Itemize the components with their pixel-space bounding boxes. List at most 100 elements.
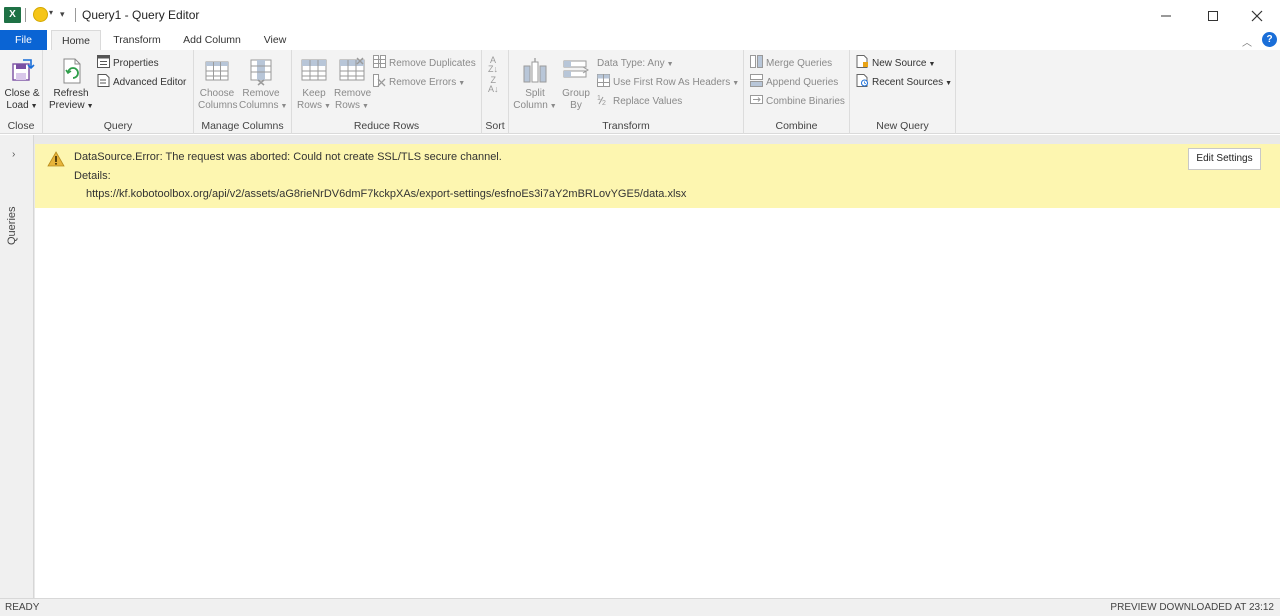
recent-sources-button[interactable]: Recent Sources ▼ [856, 74, 952, 91]
window-title: Query1 - Query Editor [82, 8, 200, 22]
quick-access-dropdown-icon[interactable]: ▾ [60, 9, 65, 20]
tab-home[interactable]: Home [51, 30, 101, 50]
remove-duplicates-button[interactable]: Remove Duplicates [373, 55, 476, 72]
new-source-icon [856, 55, 868, 68]
choose-columns-icon [205, 61, 229, 81]
refresh-label-2: Preview [49, 100, 85, 111]
group-sort: A Z↓ Z A↓ Sort [482, 50, 509, 134]
status-preview-downloaded: PREVIEW DOWNLOADED AT 23:12 [1110, 602, 1274, 613]
group-label-query: Query [103, 120, 133, 132]
split-column-button[interactable]: Split Column ▼ [513, 56, 557, 113]
new-source-label: New Source [872, 58, 927, 69]
properties-button[interactable]: Properties [97, 55, 159, 72]
close-and-load-icon [12, 59, 35, 81]
preview-content: DataSource.Error: The request was aborte… [35, 144, 1280, 598]
group-reduce-rows: Keep Rows ▼ Remove Rows ▼ Remove Duplicate… [292, 50, 482, 134]
merge-queries-icon [750, 55, 763, 68]
remove-rows-icon [339, 57, 365, 81]
group-new-query: New Source ▼ Recent Sources ▼ New Query [850, 50, 956, 134]
refresh-icon [63, 58, 81, 84]
remove-rows-button[interactable]: Remove Rows ▼ [334, 56, 371, 113]
append-queries-icon [750, 74, 763, 87]
replace-values-button[interactable]: 1 2 Replace Values [597, 93, 682, 110]
group-label-transform: Transform [602, 120, 650, 132]
choose-label-1: Choose [199, 88, 235, 99]
remove-duplicates-icon [373, 55, 386, 68]
queries-pane[interactable]: › Queries [0, 135, 34, 598]
maximize-button[interactable] [1190, 0, 1236, 30]
smiley-dropdown-icon[interactable]: ▾ [49, 8, 53, 17]
group-label-reduce-rows: Reduce Rows [353, 120, 420, 132]
choose-columns-button[interactable]: Choose Columns [198, 56, 238, 112]
replace-values-label: Replace Values [613, 96, 683, 107]
replace-values-icon: 12 [597, 95, 606, 106]
group-label-new-query: New Query [876, 120, 929, 132]
tab-file[interactable]: File [0, 30, 47, 50]
remove-columns-label-1: Remove [242, 88, 280, 99]
combine-binaries-label: Combine Binaries [766, 96, 845, 107]
merge-queries-button[interactable]: Merge Queries [750, 55, 832, 72]
close-icon [1251, 10, 1263, 22]
group-by-button[interactable]: Group By [559, 56, 593, 112]
edit-settings-button[interactable]: Edit Settings [1188, 148, 1261, 170]
refresh-preview-button[interactable]: Refresh Preview ▼ [49, 56, 94, 113]
collapse-ribbon-icon[interactable]: ︿ [1242, 34, 1252, 49]
smiley-feedback-icon[interactable] [33, 7, 48, 22]
svg-text:2: 2 [602, 100, 606, 106]
split-column-icon [523, 58, 547, 83]
ribbon-tabs: File Home Transform Add Column View ︿ ? [0, 30, 1280, 50]
combine-binaries-button[interactable]: Combine Binaries [750, 93, 845, 110]
combine-binaries-icon [750, 95, 763, 104]
data-type-label: Data Type: Any [597, 58, 665, 69]
group-label-close: Close [7, 120, 35, 132]
help-icon[interactable]: ? [1262, 32, 1277, 47]
queries-pane-label[interactable]: Queries [6, 185, 28, 245]
choose-label-2: Columns [198, 100, 238, 111]
expand-queries-icon[interactable]: › [12, 149, 15, 160]
keep-rows-label-2: Rows [297, 100, 323, 111]
title-separator [75, 8, 76, 22]
minimize-button[interactable] [1143, 0, 1189, 30]
close-window-button[interactable] [1234, 0, 1280, 30]
remove-errors-button[interactable]: Remove Errors ▼ [373, 74, 465, 91]
use-first-row-headers-button[interactable]: Use First Row As Headers ▼ [597, 74, 739, 91]
split-label-2: Column [513, 100, 548, 111]
tab-add-column[interactable]: Add Column [176, 30, 248, 50]
title-bar: X ▾ ▾ Query1 - Query Editor [0, 0, 1280, 30]
ribbon: Close & Load ▼ Close Refresh Preview ▼ Pro… [0, 50, 1280, 134]
merge-queries-label: Merge Queries [766, 58, 833, 69]
data-type-dropdown[interactable]: Data Type: Any ▼ [597, 55, 674, 72]
group-combine: Merge Queries Append Queries Combine Bin… [744, 50, 850, 134]
append-queries-label: Append Queries [766, 77, 839, 88]
group-transform: Split Column ▼ Group By Data Type: Any ▼ U… [509, 50, 744, 134]
remove-duplicates-label: Remove Duplicates [389, 58, 476, 69]
error-url: https://kf.kobotoolbox.org/api/v2/assets… [86, 188, 687, 200]
new-source-button[interactable]: New Source ▼ [856, 55, 935, 72]
keep-rows-button[interactable]: Keep Rows ▼ [296, 56, 332, 113]
advanced-editor-icon [97, 74, 110, 87]
close-load-label-2: Load [6, 100, 29, 111]
sort-descending-icon[interactable]: Z A↓ [488, 76, 499, 94]
maximize-icon [1208, 11, 1218, 22]
first-row-headers-label: Use First Row As Headers [613, 77, 731, 88]
advanced-editor-button[interactable]: Advanced Editor [97, 74, 186, 91]
keep-rows-icon [301, 59, 327, 81]
tab-view[interactable]: View [256, 30, 294, 50]
group-by-label-2: By [570, 100, 582, 111]
append-queries-button[interactable]: Append Queries [750, 74, 838, 91]
tab-transform[interactable]: Transform [106, 30, 168, 50]
properties-icon [97, 55, 110, 68]
recent-sources-label: Recent Sources [872, 77, 944, 88]
properties-label: Properties [113, 58, 159, 69]
first-row-headers-icon [597, 74, 610, 87]
error-message: DataSource.Error: The request was aborte… [74, 151, 502, 163]
group-manage-columns: Choose Columns Remove Columns ▼ Manage Co… [194, 50, 292, 134]
advanced-editor-label: Advanced Editor [113, 77, 187, 88]
status-bar: READY PREVIEW DOWNLOADED AT 23:12 [0, 598, 1280, 616]
group-close: Close & Load ▼ Close [0, 50, 43, 134]
group-by-icon [563, 60, 589, 78]
remove-columns-button[interactable]: Remove Columns ▼ [239, 56, 287, 113]
close-and-load-button[interactable]: Close & Load ▼ [3, 56, 41, 113]
sort-ascending-icon[interactable]: A Z↓ [488, 56, 498, 74]
error-banner: DataSource.Error: The request was aborte… [35, 144, 1280, 208]
